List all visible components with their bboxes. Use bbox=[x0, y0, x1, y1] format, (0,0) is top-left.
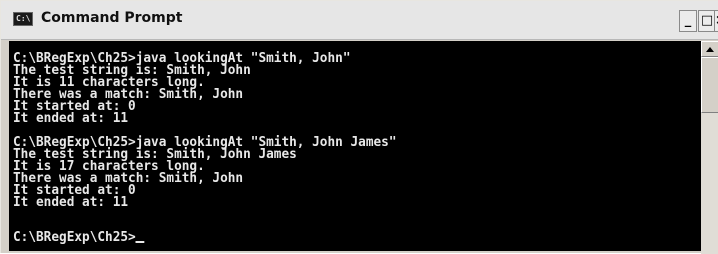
vertical-scrollbar[interactable] bbox=[701, 41, 718, 254]
scroll-thumb[interactable] bbox=[701, 57, 718, 113]
command-prompt-window: C:\ Command Prompt _ □ × C:\BRegExp\Ch25… bbox=[0, 0, 718, 254]
console-prompt-line[interactable]: C:\BRegExp\Ch25> bbox=[13, 231, 145, 244]
window-title: Command Prompt bbox=[41, 10, 183, 26]
minimize-button[interactable]: _ bbox=[679, 10, 697, 32]
console-line: It ended at: 11 bbox=[13, 111, 129, 126]
console-icon[interactable]: C:\ bbox=[13, 12, 33, 26]
text-cursor bbox=[135, 241, 145, 243]
console-output[interactable]: C:\BRegExp\Ch25>java lookingAt "Smith, J… bbox=[9, 41, 701, 251]
console-line: It ended at: 11 bbox=[13, 195, 129, 210]
console-prompt: C:\BRegExp\Ch25> bbox=[13, 230, 136, 245]
scroll-up-arrow-icon[interactable] bbox=[701, 41, 718, 57]
title-bar[interactable]: C:\ Command Prompt _ □ × bbox=[1, 1, 718, 40]
close-button[interactable]: × bbox=[714, 10, 718, 32]
